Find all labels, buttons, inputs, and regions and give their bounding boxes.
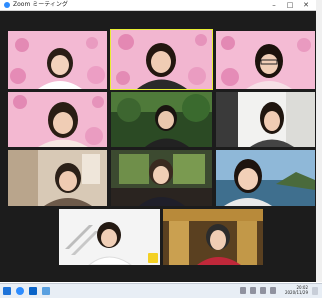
participant-tile-9[interactable] <box>216 150 315 206</box>
close-button[interactable]: ✕ <box>300 0 312 10</box>
participant-tile-4[interactable] <box>8 92 107 147</box>
network-icon[interactable] <box>250 287 256 294</box>
participant-tile-5[interactable] <box>111 92 212 147</box>
unmute-icon[interactable] <box>148 253 158 263</box>
zoom-taskbar-icon[interactable] <box>16 287 24 295</box>
title-bar: Zoom ミーティング – □ ✕ <box>0 0 316 11</box>
participant-tile-10[interactable] <box>59 209 160 265</box>
windows-start-icon[interactable] <box>3 287 11 295</box>
participant-tile-3[interactable] <box>216 31 315 89</box>
taskbar-clock[interactable]: 20:02 2020/11/29 <box>285 285 308 295</box>
video-feed <box>216 92 315 147</box>
volume-icon[interactable] <box>260 287 266 294</box>
minimize-button[interactable]: – <box>268 0 280 10</box>
outlook-taskbar-icon[interactable] <box>29 287 37 295</box>
video-feed <box>216 150 315 206</box>
taskbar: 20:02 2020/11/29 <box>0 283 322 298</box>
video-feed <box>216 31 315 89</box>
mail-taskbar-icon[interactable] <box>42 287 50 295</box>
participant-tile-7[interactable] <box>8 150 107 206</box>
zoom-window: Zoom ミーティング – □ ✕ <box>0 0 317 282</box>
video-feed <box>111 92 212 147</box>
participant-tile-1[interactable] <box>8 31 107 89</box>
participant-tile-2[interactable] <box>110 29 213 90</box>
zoom-logo-icon <box>4 2 10 8</box>
video-feed <box>59 209 160 265</box>
notification-icon[interactable] <box>312 287 318 295</box>
window-title: Zoom ミーティング <box>13 1 68 8</box>
clock-date: 2020/11/29 <box>284 290 308 295</box>
maximize-button[interactable]: □ <box>284 0 296 10</box>
tray-chevron-icon[interactable] <box>240 287 246 294</box>
participant-tile-8[interactable] <box>111 150 212 206</box>
video-feed <box>8 31 107 89</box>
ime-icon[interactable] <box>270 287 276 294</box>
video-feed <box>111 30 212 89</box>
window-edge <box>316 0 322 282</box>
participant-tile-11[interactable] <box>163 209 263 265</box>
video-feed <box>8 92 107 147</box>
video-feed <box>163 209 263 265</box>
video-feed <box>111 150 212 206</box>
participant-tile-6[interactable] <box>216 92 315 147</box>
video-feed <box>8 150 107 206</box>
